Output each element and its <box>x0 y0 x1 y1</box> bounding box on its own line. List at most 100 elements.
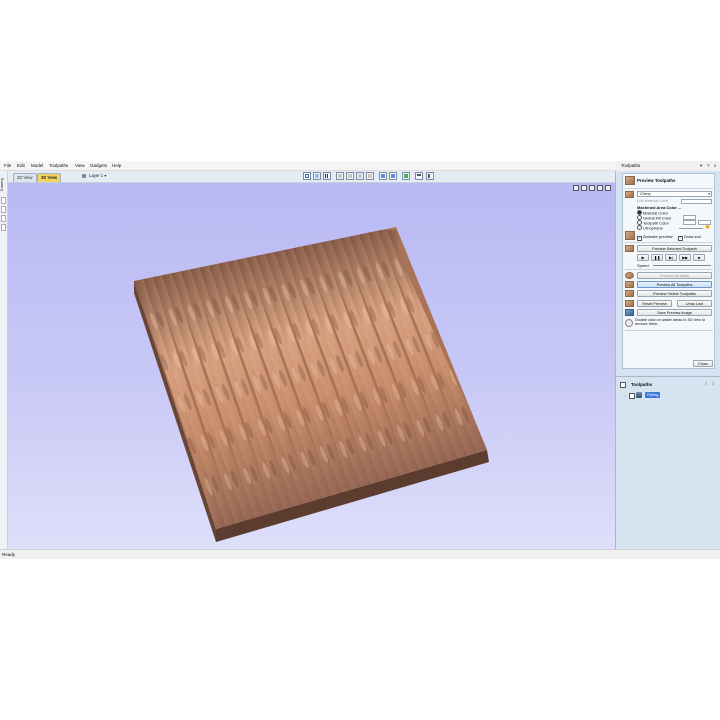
status-text: Ready <box>2 552 16 557</box>
preview-selected-button[interactable]: Preview Selected Toolpath <box>637 245 712 252</box>
menu-help[interactable]: Help <box>112 163 121 168</box>
zoom-extents-icon[interactable] <box>313 172 321 180</box>
menu-model[interactable]: Model <box>31 163 43 168</box>
left-drawing-strip: Drawing <box>0 171 8 549</box>
application-window: File Edit Model Toolpaths View Gadgets H… <box>0 161 720 559</box>
menu-view[interactable]: View <box>75 163 85 168</box>
rotate-right-icon[interactable] <box>605 185 611 191</box>
material-color-select[interactable] <box>681 199 712 204</box>
play-icon[interactable]: ▶ <box>637 254 649 261</box>
strip-slot-4[interactable] <box>1 224 6 231</box>
drawing-tab-label[interactable]: Drawing <box>0 173 7 195</box>
toolpath-type-icon <box>636 392 642 398</box>
split-view-icon[interactable] <box>415 172 423 180</box>
speed-slider[interactable] <box>653 265 711 266</box>
reset-preview-button[interactable]: Reset Preview <box>637 300 672 307</box>
layer-label: Layer 1 <box>89 173 104 178</box>
status-bar: Ready <box>0 549 720 559</box>
rotate-left-icon[interactable] <box>597 185 603 191</box>
slabs-icon <box>625 272 634 279</box>
toolpaths-panel-titlebar: Toolpaths ▾ ? x <box>616 161 720 171</box>
pin-icon[interactable]: ▾ <box>700 163 702 169</box>
preview-all-slabs-button[interactable]: Preview All Slabs <box>637 272 712 279</box>
view-cube-icon[interactable] <box>573 185 579 191</box>
option-lithophane[interactable]: Lithophane <box>637 225 663 231</box>
preview-all-button[interactable]: Preview All Toolpaths <box>637 281 712 288</box>
step-icon[interactable]: ▶| <box>665 254 677 261</box>
mouse-icon <box>625 319 633 327</box>
checkbox-checked-icon: ✓ <box>637 235 642 241</box>
layout-view-icon[interactable] <box>426 172 434 180</box>
menu-bar: File Edit Model Toolpaths View Gadgets H… <box>0 161 615 171</box>
animate-preview-checkbox[interactable]: ✓ Animate preview <box>637 234 673 241</box>
preview-toolpaths-card: Preview Toolpaths Cherry ▾ Edit Material… <box>622 173 715 369</box>
divider <box>625 242 713 243</box>
layer-selector[interactable]: Layer 1 ▾ <box>82 173 106 178</box>
toolpath-checkbox[interactable] <box>629 393 635 399</box>
tab-3d-view[interactable]: 3D View <box>37 173 61 182</box>
sun-icon[interactable]: ✹ <box>705 224 710 231</box>
radio-icon <box>637 225 642 230</box>
toolpath-color-picker[interactable] <box>683 220 696 225</box>
chevron-down-icon: ▾ <box>708 192 710 196</box>
draw-tool-checkbox[interactable]: ✓ Draw tool <box>678 234 701 241</box>
checkbox-label: Animate preview <box>643 234 673 239</box>
fit-icon[interactable] <box>589 185 595 191</box>
tree-expander[interactable]: – <box>624 393 626 398</box>
preview-selected-icon <box>625 245 634 252</box>
speed-label: Speed <box>637 263 649 268</box>
preview-visible-button[interactable]: Preview Visible Toolpaths <box>637 290 712 297</box>
front-view-icon[interactable] <box>356 172 364 180</box>
edit-material-color-button[interactable]: Edit Material Color <box>637 198 677 205</box>
view-toolbar: 2D View 3D View Layer 1 ▾ <box>0 171 615 183</box>
layer-icon <box>82 173 86 178</box>
shading-icon[interactable] <box>389 172 397 180</box>
move-down-icon[interactable]: ⇩ <box>711 381 715 387</box>
strip-slot-1[interactable] <box>1 197 6 204</box>
toolpath-name[interactable]: Fluting 1 <box>645 392 661 403</box>
waste-hint: Double click on waste areas in 3D view t… <box>635 318 706 327</box>
orbit-icon[interactable] <box>581 185 587 191</box>
save-preview-image-button[interactable]: Save Preview Image <box>637 309 712 316</box>
toolpaths-panel-title: Toolpaths <box>621 163 641 168</box>
toolpaths-list-header: Toolpaths ⇧ ⇩ <box>620 381 717 389</box>
animate-icon <box>625 231 635 240</box>
menu-edit[interactable]: Edit <box>17 163 25 168</box>
stop-icon[interactable]: ■ <box>693 254 705 261</box>
chevron-down-icon: ▾ <box>104 173 107 178</box>
toolpaths-checkbox[interactable] <box>620 382 626 388</box>
divider <box>625 269 713 270</box>
3d-viewport[interactable] <box>8 183 615 549</box>
panel-top-face <box>134 227 487 529</box>
pause-icon[interactable]: ❚❚ <box>651 254 663 261</box>
save-image-icon <box>625 309 634 316</box>
menu-file[interactable]: File <box>4 163 11 168</box>
material-select[interactable]: Cherry ▾ <box>637 191 712 197</box>
close-button[interactable]: Close <box>693 360 713 367</box>
move-up-icon[interactable]: ⇧ <box>704 381 708 387</box>
grid-icon[interactable] <box>323 172 331 180</box>
checkbox-checked-icon: ✓ <box>678 235 683 241</box>
strip-slot-2[interactable] <box>1 206 6 213</box>
side-view-icon[interactable] <box>366 172 374 180</box>
menu-toolpaths[interactable]: Toolpaths <box>49 163 68 168</box>
help-icon[interactable]: ? <box>707 163 710 168</box>
render-icon[interactable] <box>379 172 387 180</box>
material-swatch <box>625 191 634 198</box>
reset-preview-icon <box>625 300 634 307</box>
menu-gadgets[interactable]: Gadgets <box>90 163 107 168</box>
undo-last-button[interactable]: Undo Last <box>677 300 712 307</box>
toolpath-display-icon[interactable] <box>402 172 410 180</box>
divider <box>625 188 713 189</box>
material-value: Cherry <box>640 192 651 196</box>
preview-header-icon <box>625 176 635 185</box>
preview-heading: Preview Toolpaths <box>637 178 676 183</box>
close-icon[interactable]: x <box>714 163 716 168</box>
strip-slot-3[interactable] <box>1 215 6 222</box>
top-view-icon[interactable] <box>346 172 354 180</box>
zoom-box-icon[interactable] <box>303 172 311 180</box>
skip-end-icon[interactable]: ▶▶ <box>679 254 691 261</box>
tab-2d-view[interactable]: 2D View <box>13 173 37 182</box>
lithophane-slider[interactable] <box>679 228 703 229</box>
iso-view-icon[interactable] <box>336 172 344 180</box>
